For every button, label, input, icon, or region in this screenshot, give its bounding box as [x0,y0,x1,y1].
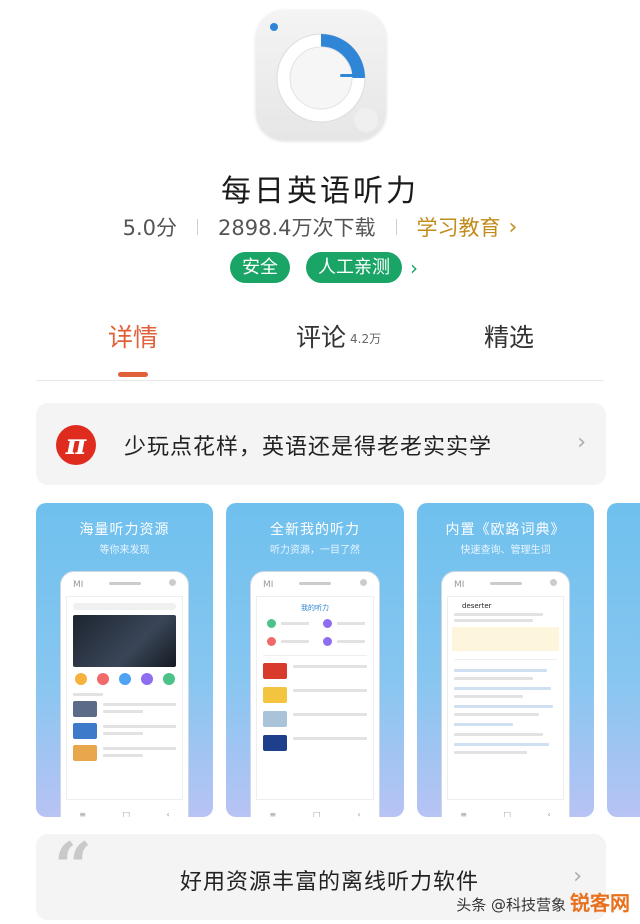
quote-icon: “ [54,828,92,906]
watermark-logo: 锐客网 [570,891,630,915]
phone-speaker [108,582,141,585]
tab-featured[interactable]: 精选 [484,318,534,354]
pi-logo-icon: π [56,425,96,465]
screenshot-1[interactable]: 海量听力资源 等你来发现 MI ≡ □ ‹ [36,503,213,817]
phone-camera [360,579,367,586]
tab-reviews[interactable]: 评论 4.2万 [296,318,381,354]
screen-title: 我的听力 [301,604,329,612]
divider [36,380,604,381]
phone-screen: deserter [447,596,564,800]
chevron-right-icon: › [573,864,582,889]
dictionary-word: deserter [462,602,492,610]
review-count: 4.2万 [350,332,382,346]
phone-navbar: ≡ □ ‹ [269,809,361,818]
screenshot-2[interactable]: 全新我的听力 听力资源，一目了然 MI 我的听力 ≡ □ ‹ [226,503,404,817]
watermark: 头条 @科技营象 锐客网 [456,891,630,915]
phone-brand: MI [263,580,274,590]
editor-promo-card[interactable]: π 少玩点花样，英语还是得老老实实学 › [36,403,606,485]
chevron-right-icon[interactable]: › [410,256,418,280]
phone-brand: MI [454,580,465,590]
phone-speaker [299,582,331,585]
separator [395,219,397,235]
safe-badge[interactable]: 安全 [230,252,290,283]
category-link[interactable]: 学习教育 [417,212,501,242]
phone-mockup: MI ≡ □ ‹ [60,571,189,817]
app-meta: 5.0分 2898.4万次下载 学习教育 › [0,210,640,244]
screenshot-caption: 海量听力资源 [79,522,170,538]
phone-screen: 我的听力 [256,596,374,800]
badges[interactable]: 安全 人工亲测 › [0,252,640,283]
screenshot-subcaption: 等你来发现 [99,545,150,556]
app-icon [256,10,386,140]
tab-bar: 详情 评论 4.2万 精选 [36,318,604,380]
phone-navbar: ≡ □ ‹ [79,809,170,818]
phone-mockup: MI 我的听力 ≡ □ ‹ [250,571,380,817]
screenshot-caption: 全新我的听力 [270,522,360,538]
screenshot-subcaption: 听力资源，一目了然 [270,545,360,556]
chevron-right-icon: › [577,430,586,455]
app-name: 每日英语听力 [221,174,419,209]
phone-mockup: MI deserter ≡ □ ‹ [441,571,570,817]
chevron-right-icon[interactable]: › [509,215,518,240]
download-count: 2898.4万次下载 [218,216,376,240]
phone-camera [550,579,557,586]
rating: 5.0分 [122,216,178,240]
promo-text: 少玩点花样，英语还是得老老实实学 [124,435,493,460]
screenshot-caption: 内置《欧路词典》 [445,522,566,538]
screenshot-3[interactable]: 内置《欧路词典》 快速查询、管理生词 MI deserter ≡ □ ‹ [417,503,594,817]
phone-navbar: ≡ □ ‹ [460,809,551,818]
phone-speaker [489,582,522,585]
tab-details[interactable]: 详情 [108,318,158,354]
phone-screen [66,596,183,800]
manual-test-badge[interactable]: 人工亲测 [306,252,402,283]
phone-brand: MI [73,580,84,590]
separator [197,219,199,235]
active-tab-indicator [118,372,148,377]
review-text: 好用资源丰富的离线听力软件 [180,870,480,895]
screenshot-subcaption: 快速查询、管理生词 [460,545,551,556]
phone-camera [169,579,176,586]
screenshot-4[interactable] [607,503,640,817]
